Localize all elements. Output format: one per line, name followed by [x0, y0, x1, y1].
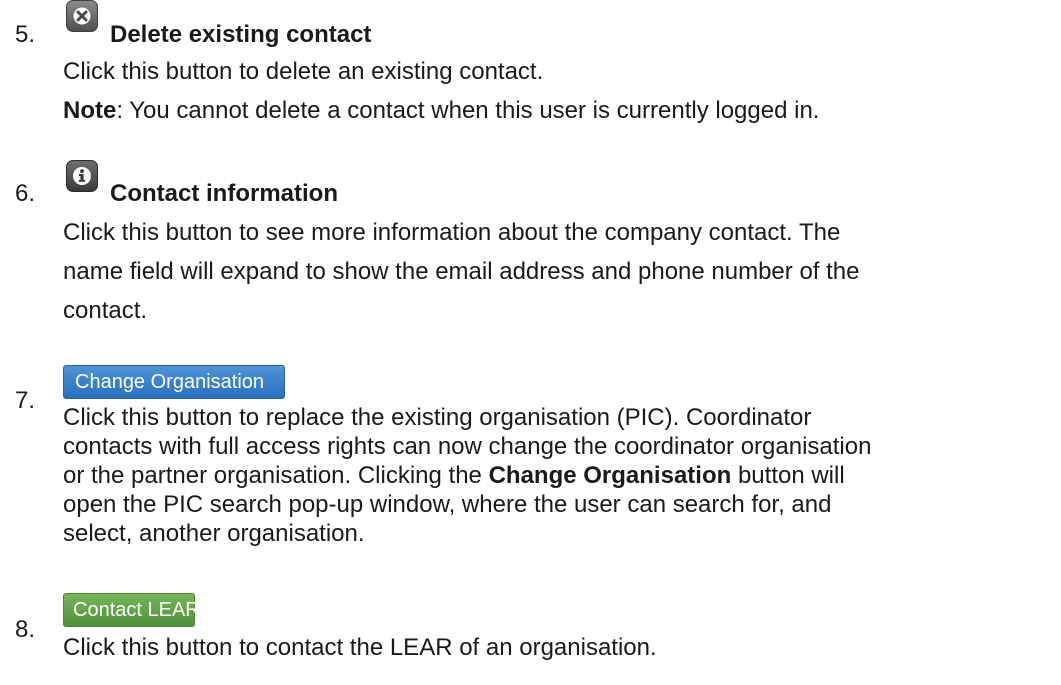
- note-text: : You cannot delete a contact when this …: [116, 97, 820, 124]
- info-icon[interactable]: [66, 160, 98, 192]
- item-7-line-3: or the partner organisation. Clicking th…: [63, 461, 845, 491]
- item-7-line-5: select, another organisation.: [63, 520, 365, 547]
- note-label: Note: [63, 97, 117, 124]
- item-5-heading: Delete existing contact: [110, 21, 372, 48]
- change-organisation-button[interactable]: Change Organisation: [63, 365, 285, 399]
- item-7-line-3-prefix: or the partner organisation. Clicking th…: [63, 462, 489, 489]
- item-7-line-4: open the PIC search pop-up window, where…: [63, 491, 832, 518]
- item-6-heading: Contact information: [110, 180, 338, 207]
- item-7-line-1: Click this button to replace the existin…: [63, 404, 812, 431]
- item-6-line-1: Click this button to see more informatio…: [63, 219, 841, 246]
- item-5-note: Note: You cannot delete a contact when t…: [63, 96, 819, 126]
- item-8-line-1: Click this button to contact the LEAR of…: [63, 634, 657, 661]
- contact-lear-button[interactable]: Contact LEAR: [63, 593, 200, 627]
- item-7-line-2: contacts with full access rights can now…: [63, 433, 872, 460]
- item-6-number: 6.: [15, 180, 36, 207]
- item-7-number: 7.: [15, 387, 36, 414]
- item-6-line-3: contact.: [63, 297, 148, 324]
- item-6-line-2: name field will expand to show the email…: [63, 258, 860, 285]
- item-8-number: 8.: [15, 616, 36, 643]
- item-7-inline-bold: Change Organisation: [488, 462, 732, 489]
- item-5-line-1: Click this button to delete an existing …: [63, 58, 544, 85]
- item-7-line-3-suffix: button will: [731, 462, 845, 489]
- item-5-number: 5.: [15, 21, 36, 48]
- delete-icon[interactable]: [66, 0, 98, 32]
